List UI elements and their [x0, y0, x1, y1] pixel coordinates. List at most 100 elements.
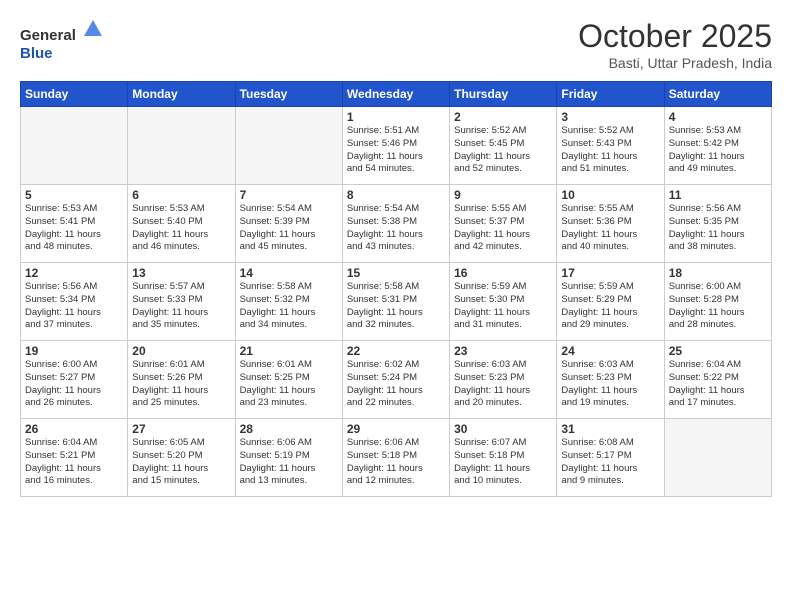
- day-info: Sunrise: 6:03 AM Sunset: 5:23 PM Dayligh…: [561, 359, 659, 410]
- table-row: 18Sunrise: 6:00 AM Sunset: 5:28 PM Dayli…: [664, 263, 771, 341]
- table-row: 12Sunrise: 5:56 AM Sunset: 5:34 PM Dayli…: [21, 263, 128, 341]
- month-title: October 2025: [578, 18, 772, 55]
- day-number: 9: [454, 188, 552, 202]
- day-info: Sunrise: 5:55 AM Sunset: 5:37 PM Dayligh…: [454, 203, 552, 254]
- table-row: 23Sunrise: 6:03 AM Sunset: 5:23 PM Dayli…: [450, 341, 557, 419]
- day-number: 11: [669, 188, 767, 202]
- table-row: 30Sunrise: 6:07 AM Sunset: 5:18 PM Dayli…: [450, 419, 557, 497]
- table-row: 9Sunrise: 5:55 AM Sunset: 5:37 PM Daylig…: [450, 185, 557, 263]
- day-info: Sunrise: 5:53 AM Sunset: 5:42 PM Dayligh…: [669, 125, 767, 176]
- day-info: Sunrise: 6:04 AM Sunset: 5:21 PM Dayligh…: [25, 437, 123, 488]
- calendar-week-2: 5Sunrise: 5:53 AM Sunset: 5:41 PM Daylig…: [21, 185, 772, 263]
- table-row: 4Sunrise: 5:53 AM Sunset: 5:42 PM Daylig…: [664, 107, 771, 185]
- table-row: 15Sunrise: 5:58 AM Sunset: 5:31 PM Dayli…: [342, 263, 449, 341]
- day-info: Sunrise: 5:59 AM Sunset: 5:29 PM Dayligh…: [561, 281, 659, 332]
- table-row: [235, 107, 342, 185]
- table-row: 31Sunrise: 6:08 AM Sunset: 5:17 PM Dayli…: [557, 419, 664, 497]
- day-info: Sunrise: 5:51 AM Sunset: 5:46 PM Dayligh…: [347, 125, 445, 176]
- table-row: 6Sunrise: 5:53 AM Sunset: 5:40 PM Daylig…: [128, 185, 235, 263]
- day-number: 27: [132, 422, 230, 436]
- table-row: 29Sunrise: 6:06 AM Sunset: 5:18 PM Dayli…: [342, 419, 449, 497]
- calendar-header-row: Sunday Monday Tuesday Wednesday Thursday…: [21, 82, 772, 107]
- calendar-table: Sunday Monday Tuesday Wednesday Thursday…: [20, 81, 772, 497]
- day-number: 26: [25, 422, 123, 436]
- header-monday: Monday: [128, 82, 235, 107]
- table-row: 21Sunrise: 6:01 AM Sunset: 5:25 PM Dayli…: [235, 341, 342, 419]
- day-number: 3: [561, 110, 659, 124]
- day-info: Sunrise: 6:02 AM Sunset: 5:24 PM Dayligh…: [347, 359, 445, 410]
- header-wednesday: Wednesday: [342, 82, 449, 107]
- day-number: 28: [240, 422, 338, 436]
- day-info: Sunrise: 5:54 AM Sunset: 5:39 PM Dayligh…: [240, 203, 338, 254]
- table-row: 25Sunrise: 6:04 AM Sunset: 5:22 PM Dayli…: [664, 341, 771, 419]
- day-number: 23: [454, 344, 552, 358]
- day-number: 5: [25, 188, 123, 202]
- table-row: 24Sunrise: 6:03 AM Sunset: 5:23 PM Dayli…: [557, 341, 664, 419]
- day-number: 17: [561, 266, 659, 280]
- day-info: Sunrise: 6:00 AM Sunset: 5:28 PM Dayligh…: [669, 281, 767, 332]
- table-row: 1Sunrise: 5:51 AM Sunset: 5:46 PM Daylig…: [342, 107, 449, 185]
- day-info: Sunrise: 5:56 AM Sunset: 5:35 PM Dayligh…: [669, 203, 767, 254]
- table-row: 11Sunrise: 5:56 AM Sunset: 5:35 PM Dayli…: [664, 185, 771, 263]
- logo-blue: Blue: [20, 45, 53, 62]
- table-row: [664, 419, 771, 497]
- table-row: 19Sunrise: 6:00 AM Sunset: 5:27 PM Dayli…: [21, 341, 128, 419]
- header-saturday: Saturday: [664, 82, 771, 107]
- day-number: 2: [454, 110, 552, 124]
- day-number: 24: [561, 344, 659, 358]
- table-row: 16Sunrise: 5:59 AM Sunset: 5:30 PM Dayli…: [450, 263, 557, 341]
- header: General Blue October 2025 Basti, Uttar P…: [20, 18, 772, 71]
- day-info: Sunrise: 5:58 AM Sunset: 5:31 PM Dayligh…: [347, 281, 445, 332]
- header-friday: Friday: [557, 82, 664, 107]
- table-row: 13Sunrise: 5:57 AM Sunset: 5:33 PM Dayli…: [128, 263, 235, 341]
- table-row: 8Sunrise: 5:54 AM Sunset: 5:38 PM Daylig…: [342, 185, 449, 263]
- logo-icon: [82, 18, 104, 40]
- location: Basti, Uttar Pradesh, India: [578, 55, 772, 71]
- day-number: 1: [347, 110, 445, 124]
- day-number: 4: [669, 110, 767, 124]
- day-info: Sunrise: 5:58 AM Sunset: 5:32 PM Dayligh…: [240, 281, 338, 332]
- table-row: [21, 107, 128, 185]
- day-info: Sunrise: 6:03 AM Sunset: 5:23 PM Dayligh…: [454, 359, 552, 410]
- day-info: Sunrise: 5:53 AM Sunset: 5:41 PM Dayligh…: [25, 203, 123, 254]
- table-row: 7Sunrise: 5:54 AM Sunset: 5:39 PM Daylig…: [235, 185, 342, 263]
- table-row: 17Sunrise: 5:59 AM Sunset: 5:29 PM Dayli…: [557, 263, 664, 341]
- table-row: 26Sunrise: 6:04 AM Sunset: 5:21 PM Dayli…: [21, 419, 128, 497]
- day-number: 14: [240, 266, 338, 280]
- calendar-week-3: 12Sunrise: 5:56 AM Sunset: 5:34 PM Dayli…: [21, 263, 772, 341]
- day-number: 16: [454, 266, 552, 280]
- day-info: Sunrise: 6:08 AM Sunset: 5:17 PM Dayligh…: [561, 437, 659, 488]
- day-number: 7: [240, 188, 338, 202]
- day-info: Sunrise: 6:06 AM Sunset: 5:18 PM Dayligh…: [347, 437, 445, 488]
- day-number: 15: [347, 266, 445, 280]
- header-tuesday: Tuesday: [235, 82, 342, 107]
- page: General Blue October 2025 Basti, Uttar P…: [0, 0, 792, 507]
- day-info: Sunrise: 6:01 AM Sunset: 5:25 PM Dayligh…: [240, 359, 338, 410]
- calendar-week-1: 1Sunrise: 5:51 AM Sunset: 5:46 PM Daylig…: [21, 107, 772, 185]
- day-info: Sunrise: 5:59 AM Sunset: 5:30 PM Dayligh…: [454, 281, 552, 332]
- day-info: Sunrise: 6:00 AM Sunset: 5:27 PM Dayligh…: [25, 359, 123, 410]
- day-info: Sunrise: 6:06 AM Sunset: 5:19 PM Dayligh…: [240, 437, 338, 488]
- day-number: 31: [561, 422, 659, 436]
- day-number: 19: [25, 344, 123, 358]
- table-row: 3Sunrise: 5:52 AM Sunset: 5:43 PM Daylig…: [557, 107, 664, 185]
- day-info: Sunrise: 6:05 AM Sunset: 5:20 PM Dayligh…: [132, 437, 230, 488]
- day-info: Sunrise: 5:53 AM Sunset: 5:40 PM Dayligh…: [132, 203, 230, 254]
- day-number: 20: [132, 344, 230, 358]
- day-info: Sunrise: 6:04 AM Sunset: 5:22 PM Dayligh…: [669, 359, 767, 410]
- day-number: 10: [561, 188, 659, 202]
- day-number: 29: [347, 422, 445, 436]
- table-row: 22Sunrise: 6:02 AM Sunset: 5:24 PM Dayli…: [342, 341, 449, 419]
- day-number: 25: [669, 344, 767, 358]
- table-row: 20Sunrise: 6:01 AM Sunset: 5:26 PM Dayli…: [128, 341, 235, 419]
- header-sunday: Sunday: [21, 82, 128, 107]
- table-row: 5Sunrise: 5:53 AM Sunset: 5:41 PM Daylig…: [21, 185, 128, 263]
- logo: General Blue: [20, 18, 104, 63]
- day-number: 8: [347, 188, 445, 202]
- table-row: 10Sunrise: 5:55 AM Sunset: 5:36 PM Dayli…: [557, 185, 664, 263]
- calendar-week-4: 19Sunrise: 6:00 AM Sunset: 5:27 PM Dayli…: [21, 341, 772, 419]
- day-info: Sunrise: 5:57 AM Sunset: 5:33 PM Dayligh…: [132, 281, 230, 332]
- day-info: Sunrise: 6:07 AM Sunset: 5:18 PM Dayligh…: [454, 437, 552, 488]
- day-number: 21: [240, 344, 338, 358]
- day-number: 12: [25, 266, 123, 280]
